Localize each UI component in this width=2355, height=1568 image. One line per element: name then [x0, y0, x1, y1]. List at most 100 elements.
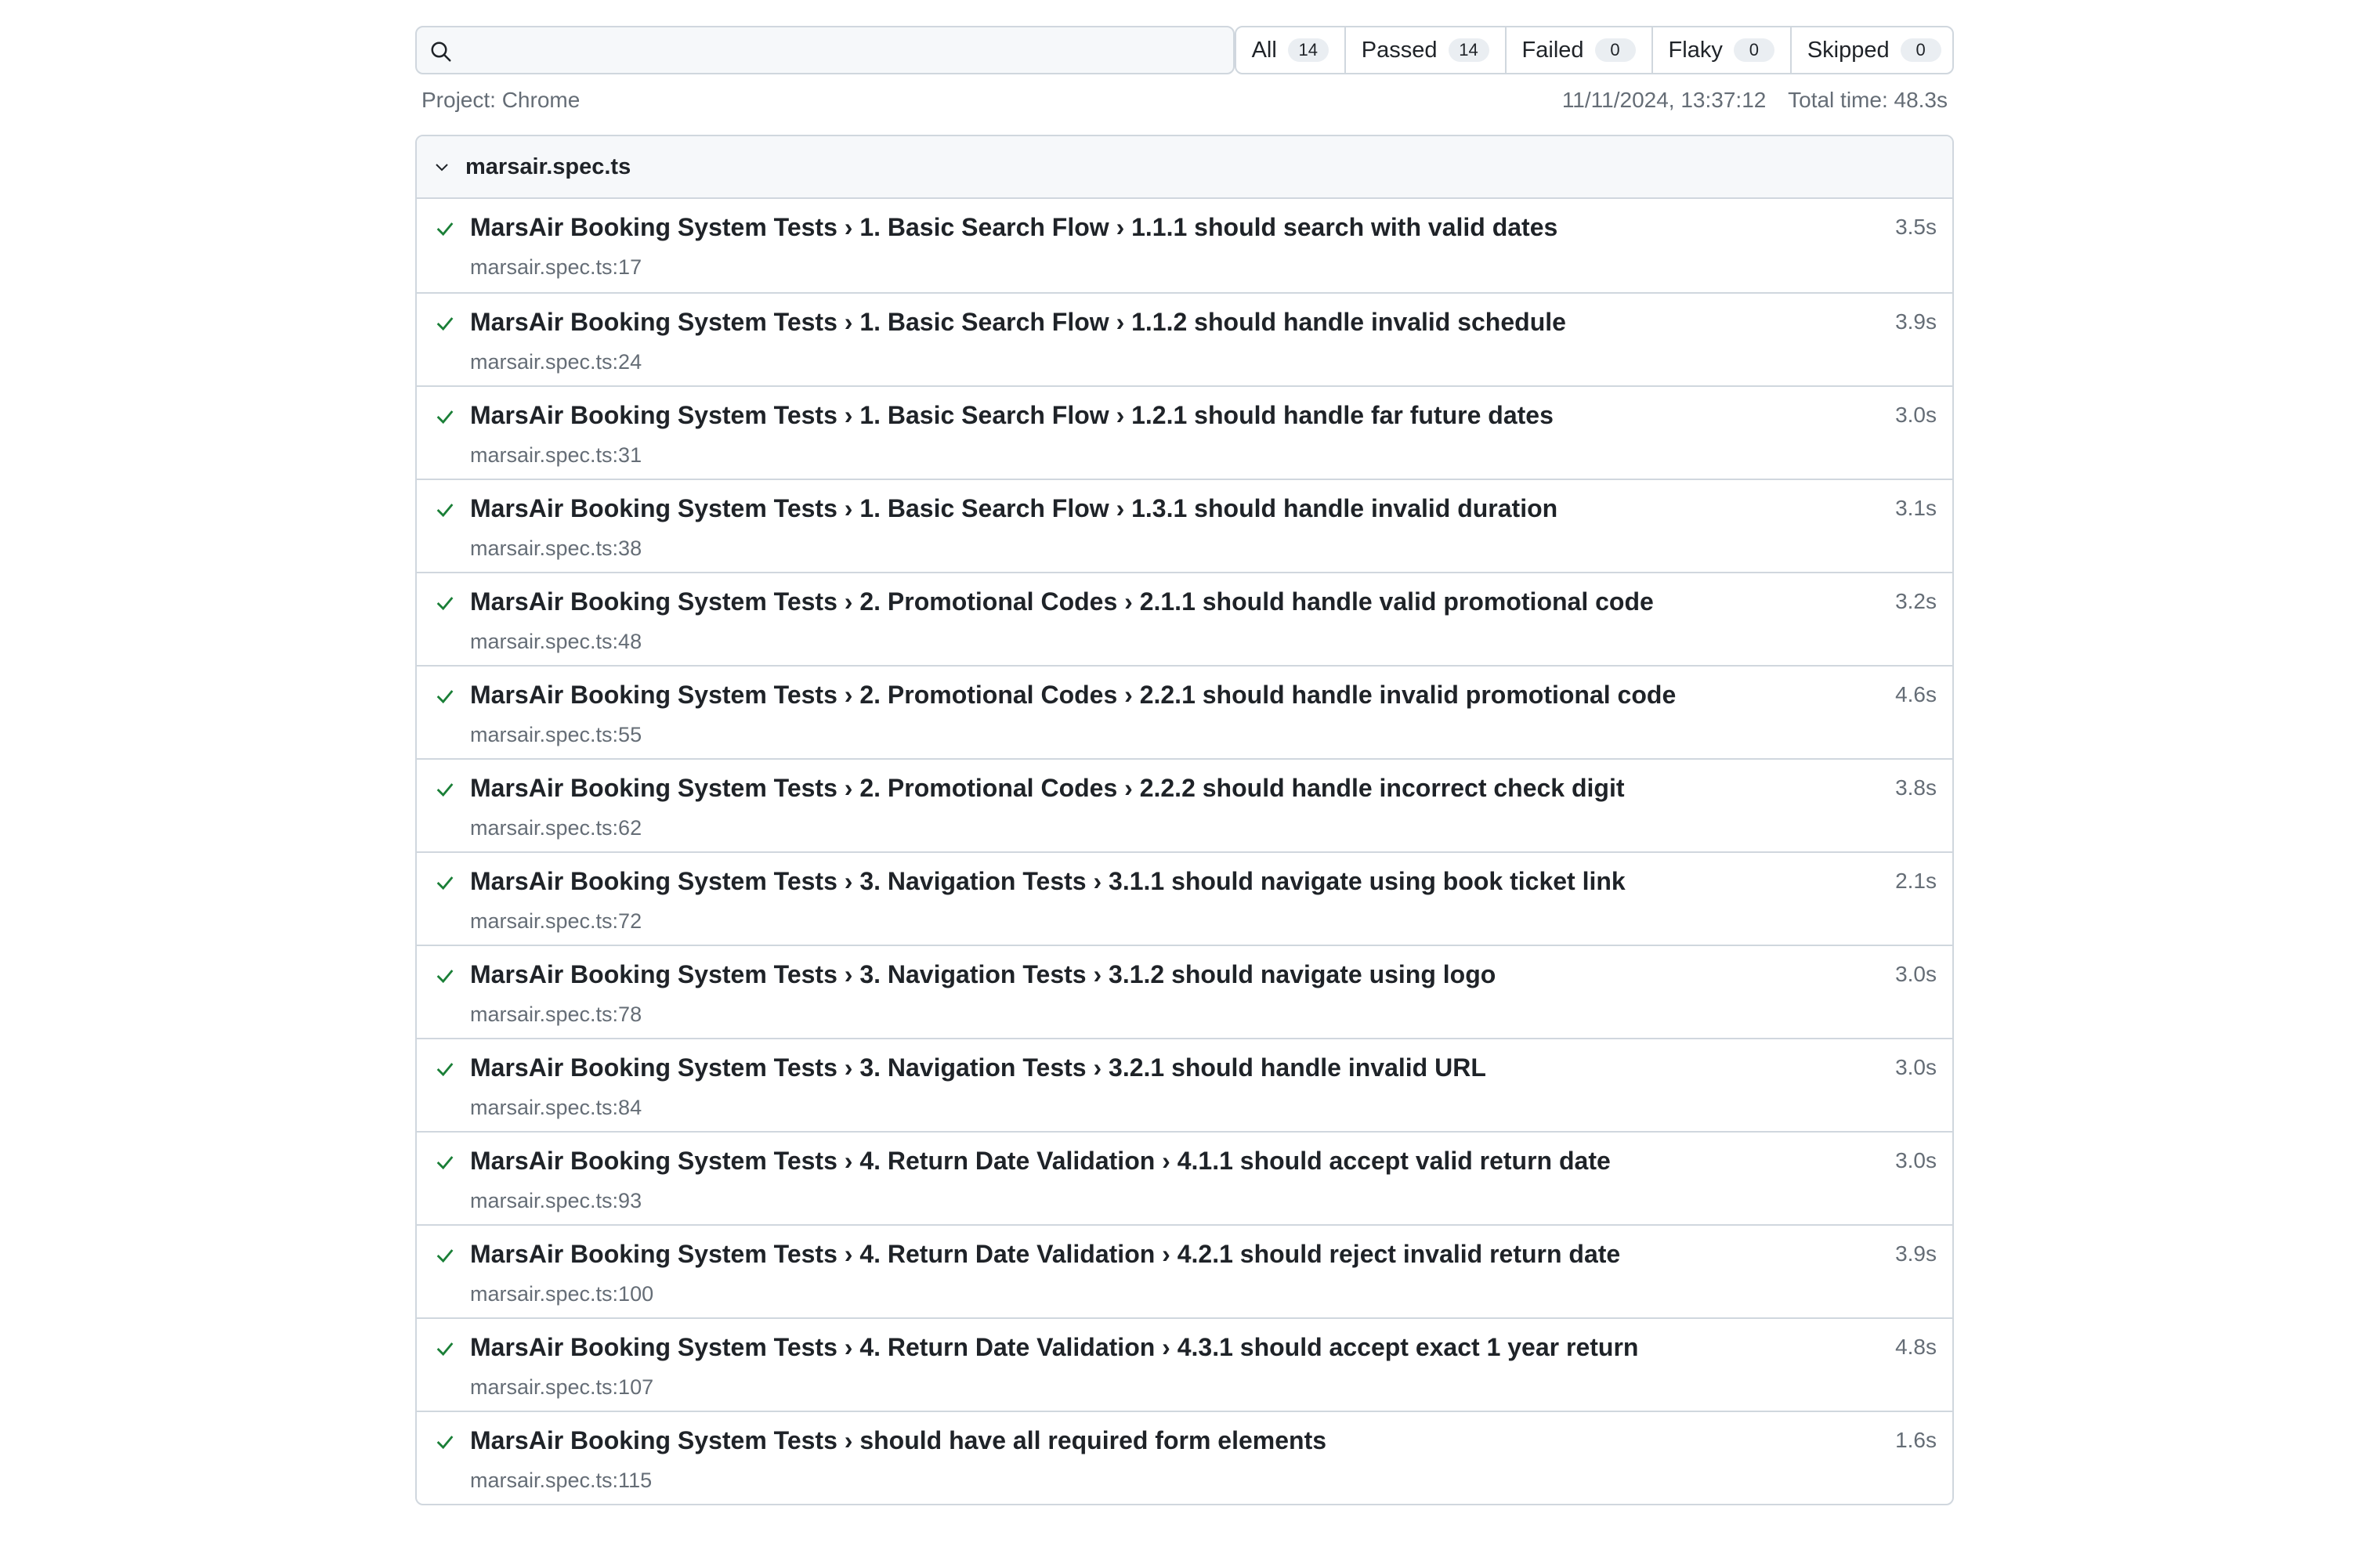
test-duration: 3.1s — [1895, 496, 1937, 520]
check-icon — [436, 690, 454, 704]
check-icon — [436, 597, 454, 611]
test-location: marsair.spec.ts:48 — [470, 630, 642, 653]
test-title[interactable]: MarsAir Booking System Tests › 4. Return… — [470, 1333, 1638, 1362]
filter-label: Flaky — [1668, 37, 1723, 63]
filter-label: Skipped — [1807, 37, 1890, 63]
test-list: MarsAir Booking System Tests › 1. Basic … — [417, 199, 1952, 1504]
filter-flaky[interactable]: Flaky 0 — [1651, 27, 1790, 73]
check-icon — [436, 1342, 454, 1357]
filter-all[interactable]: All 14 — [1236, 27, 1344, 73]
filter-label: Passed — [1361, 37, 1438, 63]
report-meta: Project: Chrome 11/11/2024, 13:37:12 Tot… — [415, 88, 1954, 113]
test-title[interactable]: MarsAir Booking System Tests › 3. Naviga… — [470, 867, 1626, 896]
test-row[interactable]: MarsAir Booking System Tests › 2. Promot… — [417, 665, 1952, 758]
check-icon — [436, 504, 454, 518]
test-location: marsair.spec.ts:24 — [470, 350, 642, 374]
test-row[interactable]: MarsAir Booking System Tests › 4. Return… — [417, 1224, 1952, 1317]
filter-count: 0 — [1900, 38, 1941, 62]
test-title[interactable]: MarsAir Booking System Tests › 4. Return… — [470, 1240, 1620, 1269]
test-location: marsair.spec.ts:62 — [470, 816, 642, 840]
filter-label: Failed — [1521, 37, 1584, 63]
test-row[interactable]: MarsAir Booking System Tests › 3. Naviga… — [417, 945, 1952, 1038]
test-location: marsair.spec.ts:55 — [470, 723, 642, 746]
test-row[interactable]: MarsAir Booking System Tests › 2. Promot… — [417, 758, 1952, 851]
check-icon — [436, 783, 454, 797]
test-row[interactable]: MarsAir Booking System Tests › should ha… — [417, 1411, 1952, 1504]
check-icon — [436, 222, 454, 237]
test-location: marsair.spec.ts:84 — [470, 1096, 642, 1119]
test-location: marsair.spec.ts:72 — [470, 909, 642, 933]
filter-count: 0 — [1594, 38, 1636, 62]
filter-count: 0 — [1733, 38, 1774, 62]
test-title[interactable]: MarsAir Booking System Tests › 2. Promot… — [470, 774, 1625, 803]
filter-label: All — [1251, 37, 1277, 63]
run-timestamp: 11/11/2024, 13:37:12 — [1561, 88, 1767, 112]
filter-count: 14 — [1287, 38, 1329, 62]
test-row[interactable]: MarsAir Booking System Tests › 2. Promot… — [417, 572, 1952, 665]
test-title[interactable]: MarsAir Booking System Tests › 1. Basic … — [470, 494, 1557, 523]
filter-passed[interactable]: Passed 14 — [1344, 27, 1505, 73]
test-row[interactable]: MarsAir Booking System Tests › 4. Return… — [417, 1317, 1952, 1411]
test-location: marsair.spec.ts:17 — [470, 255, 642, 279]
test-duration: 3.0s — [1895, 1055, 1937, 1079]
total-time: Total time: 48.3s — [1788, 88, 1948, 112]
test-duration: 3.8s — [1895, 775, 1937, 800]
check-icon — [436, 1156, 454, 1170]
check-icon — [436, 410, 454, 425]
test-title[interactable]: MarsAir Booking System Tests › 2. Promot… — [470, 587, 1654, 616]
test-duration: 2.1s — [1895, 869, 1937, 893]
test-location: marsair.spec.ts:78 — [470, 1003, 642, 1026]
check-icon — [436, 1063, 454, 1077]
test-duration: 3.0s — [1895, 403, 1937, 427]
check-icon — [436, 970, 454, 984]
test-location: marsair.spec.ts:31 — [470, 443, 642, 467]
test-title[interactable]: MarsAir Booking System Tests › 2. Promot… — [470, 681, 1676, 710]
report-container: All 14 Passed 14 Failed 0 Flaky 0 Skippe… — [415, 25, 1954, 1505]
chevron-down-icon — [436, 164, 448, 172]
test-row[interactable]: MarsAir Booking System Tests › 1. Basic … — [417, 292, 1952, 385]
check-icon — [436, 876, 454, 891]
test-location: marsair.spec.ts:107 — [470, 1375, 654, 1399]
file-header[interactable]: marsair.spec.ts — [417, 136, 1952, 199]
test-row[interactable]: MarsAir Booking System Tests › 1. Basic … — [417, 385, 1952, 479]
filter-count: 14 — [1448, 38, 1489, 62]
top-bar: All 14 Passed 14 Failed 0 Flaky 0 Skippe… — [415, 25, 1954, 75]
test-duration: 3.2s — [1895, 589, 1937, 613]
test-duration: 4.6s — [1895, 682, 1937, 706]
search-input[interactable] — [464, 27, 1219, 74]
check-icon — [436, 1249, 454, 1263]
test-title[interactable]: MarsAir Booking System Tests › 4. Return… — [470, 1147, 1611, 1176]
filter-skipped[interactable]: Skipped 0 — [1789, 27, 1952, 73]
test-duration: 3.0s — [1895, 962, 1937, 986]
status-filter-group: All 14 Passed 14 Failed 0 Flaky 0 Skippe… — [1234, 26, 1954, 74]
test-title[interactable]: MarsAir Booking System Tests › 1. Basic … — [470, 308, 1566, 337]
test-location: marsair.spec.ts:100 — [470, 1282, 654, 1306]
check-icon — [436, 1436, 454, 1450]
test-title[interactable]: MarsAir Booking System Tests › 3. Naviga… — [470, 960, 1496, 989]
test-duration: 1.6s — [1895, 1428, 1937, 1452]
test-row[interactable]: MarsAir Booking System Tests › 1. Basic … — [417, 479, 1952, 572]
test-duration: 3.0s — [1895, 1148, 1937, 1172]
test-row[interactable]: MarsAir Booking System Tests › 1. Basic … — [417, 199, 1952, 292]
test-title[interactable]: MarsAir Booking System Tests › 1. Basic … — [470, 213, 1557, 242]
file-section: marsair.spec.ts MarsAir Booking System T… — [415, 135, 1954, 1505]
test-title[interactable]: MarsAir Booking System Tests › 3. Naviga… — [470, 1053, 1486, 1082]
file-name: marsair.spec.ts — [465, 154, 631, 179]
test-title[interactable]: MarsAir Booking System Tests › should ha… — [470, 1426, 1326, 1455]
test-location: marsair.spec.ts:115 — [470, 1469, 653, 1492]
run-info: 11/11/2024, 13:37:12 Total time: 48.3s — [1562, 88, 1948, 113]
test-duration: 3.5s — [1895, 215, 1937, 239]
check-icon — [436, 317, 454, 331]
test-row[interactable]: MarsAir Booking System Tests › 4. Return… — [417, 1131, 1952, 1224]
test-row[interactable]: MarsAir Booking System Tests › 3. Naviga… — [417, 851, 1952, 945]
test-location: marsair.spec.ts:38 — [470, 537, 642, 560]
project-label: Project: Chrome — [421, 88, 581, 112]
test-row[interactable]: MarsAir Booking System Tests › 3. Naviga… — [417, 1038, 1952, 1131]
search-icon — [431, 42, 451, 62]
filter-failed[interactable]: Failed 0 — [1504, 27, 1651, 73]
search-box[interactable] — [415, 26, 1235, 74]
test-title[interactable]: MarsAir Booking System Tests › 1. Basic … — [470, 401, 1554, 430]
test-duration: 3.9s — [1895, 1241, 1937, 1266]
test-location: marsair.spec.ts:93 — [470, 1189, 642, 1212]
test-duration: 3.9s — [1895, 309, 1937, 334]
